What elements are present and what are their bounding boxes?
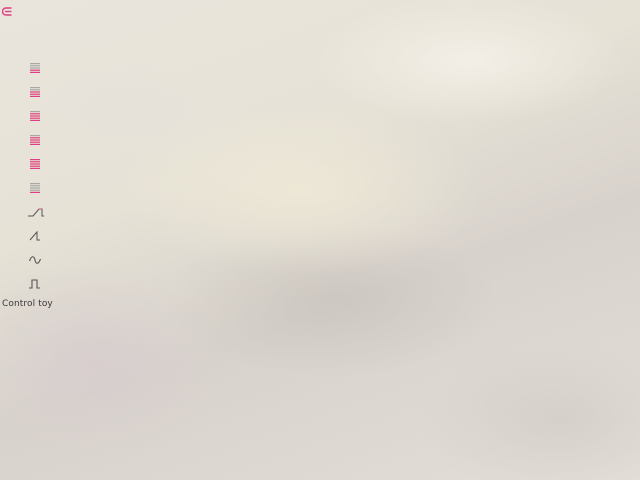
level-6-button[interactable] <box>27 178 43 198</box>
level-bar <box>30 63 40 65</box>
level-bars-icon <box>30 111 40 121</box>
level-2-button[interactable] <box>27 82 43 102</box>
level-bar <box>30 91 40 93</box>
level-bar <box>30 67 40 69</box>
level-bar <box>30 163 40 165</box>
level-bar <box>30 183 40 185</box>
level-bars-icon <box>30 63 40 73</box>
level-bar <box>30 111 40 113</box>
level-bars-icon <box>30 135 40 145</box>
level-bar <box>30 69 40 71</box>
level-bar <box>30 113 40 115</box>
level-4-button[interactable] <box>27 130 43 150</box>
level-bars-icon <box>30 159 40 169</box>
level-bar <box>30 137 40 139</box>
level-bar <box>30 65 40 67</box>
ramp-wave-button[interactable] <box>26 202 46 222</box>
pulse-wave-button[interactable] <box>27 274 43 294</box>
level-bar <box>30 187 40 189</box>
level-1-button[interactable] <box>27 58 43 78</box>
level-bar <box>30 119 40 121</box>
back-button[interactable] <box>1 5 13 17</box>
level-bar <box>30 135 40 137</box>
level-5-button[interactable] <box>27 154 43 174</box>
level-3-button[interactable] <box>27 106 43 126</box>
caption-label: Control toy <box>2 299 53 309</box>
level-bar <box>30 167 40 169</box>
level-bars-icon <box>30 183 40 193</box>
level-bar <box>30 159 40 161</box>
back-arrow-icon <box>1 6 11 16</box>
level-bar <box>30 139 40 141</box>
sawtooth-wave-button[interactable] <box>27 226 43 246</box>
level-bar <box>30 71 40 73</box>
level-bar <box>30 165 40 167</box>
level-bar <box>30 89 40 91</box>
level-bar <box>30 95 40 97</box>
sawtooth-wave-icon <box>29 230 40 241</box>
pulse-wave-icon <box>29 279 40 289</box>
level-bar <box>30 161 40 163</box>
sine-wave-button[interactable] <box>27 250 43 270</box>
level-bar <box>30 191 40 193</box>
level-bar <box>30 93 40 95</box>
level-bar <box>30 117 40 119</box>
level-bars-icon <box>30 87 40 97</box>
level-bar <box>30 87 40 89</box>
level-bar <box>30 143 40 145</box>
level-bar <box>30 189 40 191</box>
level-bar <box>30 115 40 117</box>
level-bar <box>30 141 40 143</box>
ramp-wave-icon <box>28 208 44 217</box>
level-bar <box>30 185 40 187</box>
sine-wave-icon <box>28 256 42 264</box>
